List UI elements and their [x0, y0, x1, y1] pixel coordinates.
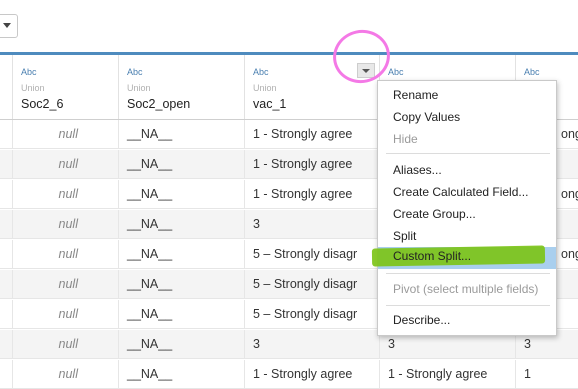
column-name: vac_1	[253, 97, 287, 111]
column-context-menu: Rename Copy Values Hide Aliases... Creat…	[377, 80, 557, 336]
table-cell[interactable]: null	[13, 150, 119, 179]
table-cell[interactable]: __NA__	[119, 120, 245, 149]
string-type-icon: Abc	[21, 67, 37, 77]
menu-item-describe[interactable]: Describe...	[378, 309, 556, 331]
table-cell[interactable]	[0, 300, 13, 329]
menu-item-create-calculated-field[interactable]: Create Calculated Field...	[378, 181, 556, 203]
top-toolbar	[0, 0, 578, 52]
table-cell[interactable]	[0, 240, 13, 269]
table-cell[interactable]: null	[13, 270, 119, 299]
table-cell[interactable]: 1 - Strongly agree	[245, 150, 380, 179]
table-cell[interactable]: __NA__	[119, 240, 245, 269]
column-header-soc2-6[interactable]: Abc Union Soc2_6	[13, 55, 119, 119]
table-cell[interactable]: null	[13, 300, 119, 329]
menu-separator	[386, 153, 550, 154]
menu-separator	[386, 305, 550, 306]
table-cell[interactable]: null	[13, 240, 119, 269]
table-cell[interactable]: __NA__	[119, 180, 245, 209]
menu-item-rename[interactable]: Rename	[378, 84, 556, 106]
table-cell[interactable]	[0, 270, 13, 299]
string-type-icon: Abc	[524, 67, 540, 77]
table-cell[interactable]: 1 - Strongly agree	[245, 120, 380, 149]
table-cell[interactable]: __NA__	[119, 270, 245, 299]
table-cell[interactable]: 5 – Strongly disagr	[245, 300, 380, 329]
string-type-icon: Abc	[253, 67, 269, 77]
column-header-partial	[0, 55, 13, 119]
menu-item-pivot: Pivot (select multiple fields)	[393, 282, 539, 296]
column-header-soc2-open[interactable]: Abc Union Soc2_open	[119, 55, 245, 119]
menu-item-custom-split-label[interactable]: Custom Split...	[393, 247, 471, 265]
table-cell[interactable]: null	[13, 120, 119, 149]
table-cell[interactable]: 5 – Strongly disagr	[245, 270, 380, 299]
menu-item-split[interactable]: Split	[378, 225, 556, 247]
menu-item-copy-values[interactable]: Copy Values	[378, 106, 556, 128]
column-name: Soc2_6	[21, 97, 64, 111]
table-cell[interactable]: null	[13, 180, 119, 209]
table-cell[interactable]: null	[13, 210, 119, 239]
table-cell[interactable]: __NA__	[119, 150, 245, 179]
column-source: Union	[21, 83, 45, 93]
table-cell[interactable]	[0, 210, 13, 239]
chevron-down-icon	[3, 23, 11, 28]
table-cell[interactable]: __NA__	[119, 330, 245, 359]
table-cell[interactable]	[0, 150, 13, 179]
menu-item-aliases[interactable]: Aliases...	[378, 159, 556, 181]
table-cell[interactable]	[0, 120, 13, 149]
menu-separator	[386, 273, 550, 274]
menu-item-hide: Hide	[393, 132, 418, 146]
table-cell[interactable]: __NA__	[119, 210, 245, 239]
string-type-icon: Abc	[127, 67, 143, 77]
column-name: Soc2_open	[127, 97, 191, 111]
table-cell[interactable]	[0, 330, 13, 359]
table-cell[interactable]: 1 - Strongly agree	[245, 180, 380, 209]
string-type-icon: Abc	[388, 67, 404, 77]
table-cell[interactable]: null	[13, 330, 119, 359]
table-cell[interactable]: 3	[245, 330, 380, 359]
column-source: Union	[253, 83, 277, 93]
table-cell[interactable]: 5 – Strongly disagr	[245, 240, 380, 269]
table-cell[interactable]: __NA__	[119, 300, 245, 329]
toolbar-dropdown[interactable]	[0, 14, 18, 38]
column-source: Union	[127, 83, 151, 93]
table-cell[interactable]	[0, 180, 13, 209]
table-cell[interactable]: 3	[245, 210, 380, 239]
menu-item-create-group[interactable]: Create Group...	[378, 203, 556, 225]
